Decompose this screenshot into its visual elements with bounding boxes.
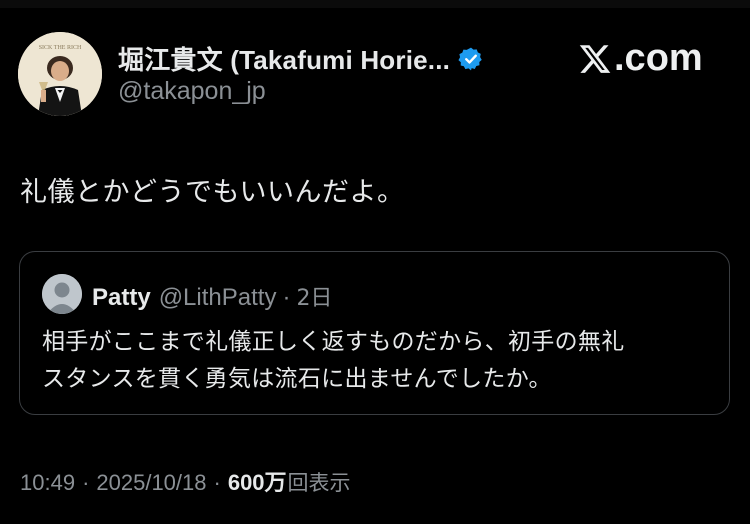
quoted-text-line: スタンスを貫く勇気は流石に出ませんでしたか。 [42,366,552,392]
x-logo-icon [579,44,611,73]
quoted-author-name[interactable]: Patty [92,284,151,312]
author-avatar[interactable]: SICK THE RICH [18,32,102,116]
quoted-author-handle[interactable]: @LithPatty [159,284,277,312]
verified-badge-icon [458,47,482,70]
quoted-tweet-header: Patty @LithPatty · 2日 [92,280,332,312]
quoted-tweet-text: 相手がここまで礼儀正しく返すものだから、初手の無礼 スタンスを貫く勇気は流石に出… [42,324,712,398]
default-user-icon [42,274,82,314]
views-count[interactable]: 600万 [228,465,287,497]
top-edge-strip [0,0,750,8]
quoted-text-line: 相手がここまで礼儀正しく返すものだから、初手の無礼 [42,329,625,355]
meta-separator: · [82,470,90,495]
quoted-tweet-time[interactable]: 2日 [296,280,332,312]
x-brand-watermark: .com [578,37,703,80]
avatar-caption: SICK THE RICH [39,45,82,51]
author-name-row[interactable]: 堀江貴文 (Takafumi Horie... [118,40,484,77]
avatar-photo: SICK THE RICH [18,32,102,116]
quoted-author-avatar[interactable] [42,274,82,314]
author-handle[interactable]: @takapon_jp [118,77,266,106]
tweet-date[interactable]: 2025/10/18 [96,470,206,496]
meta-separator: · [213,470,221,495]
tweet-time[interactable]: 10:49 [20,470,75,496]
quoted-tweet-card[interactable]: Patty @LithPatty · 2日 相手がここまで礼儀正しく返すものだか… [19,251,730,415]
quoted-separator: · [282,284,291,311]
tweet-text: 礼儀とかどうでもいいんだよ。 [20,177,405,208]
author-display-name[interactable]: 堀江貴文 (Takafumi Horie... [118,40,450,77]
brand-domain-label: .com [614,37,703,79]
views-label: 回表示 [287,471,351,495]
tweet-meta-row: 10:49 · 2025/10/18 · 600万 回表示 [20,465,351,497]
